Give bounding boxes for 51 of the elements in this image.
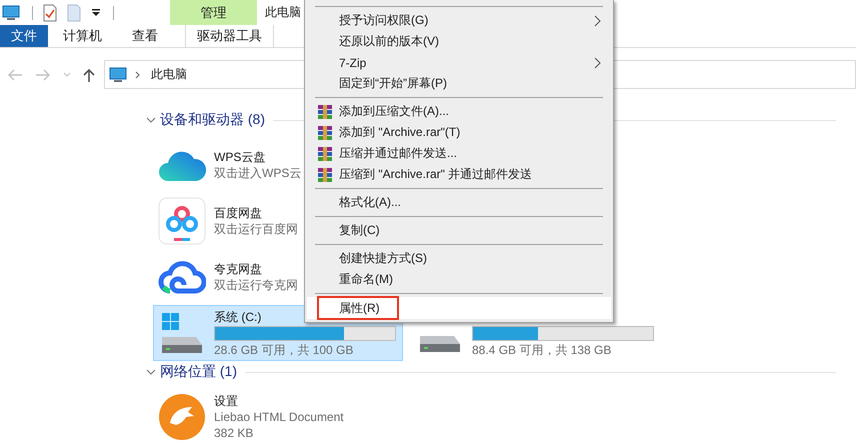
ribbon-tab[interactable]: 查看: [117, 25, 173, 47]
chevron-right-icon: [594, 15, 601, 27]
menu-item[interactable]: 重命名(M): [307, 269, 611, 290]
item-name: 系统 (C:): [214, 308, 262, 324]
app-logo-icon: [158, 197, 206, 245]
menu-item[interactable]: 复制(C): [307, 220, 611, 241]
cat-logo-icon: [158, 393, 206, 441]
item-detail: Liebao HTML Document: [214, 409, 344, 425]
computer-icon[interactable]: [2, 4, 20, 21]
item-detail: 28.6 GB 可用，共 100 GB: [214, 342, 354, 358]
menu-item[interactable]: 固定到“开始”屏幕(P): [307, 73, 611, 94]
books-icon: [317, 104, 333, 120]
chevron-down-icon[interactable]: [146, 115, 156, 125]
item-name: 夸克网盘: [214, 261, 262, 277]
item-detail: 88.4 GB 可用，共 138 GB: [472, 342, 612, 358]
computer-icon: [109, 66, 127, 83]
menu-item[interactable]: 添加到压缩文件(A)...: [307, 101, 611, 122]
item-detail: 382 KB: [214, 425, 254, 441]
window-title: 此电脑: [265, 4, 301, 21]
ribbon-tab[interactable]: 计算机: [48, 25, 117, 47]
menu-item[interactable]: 还原以前的版本(V): [307, 31, 611, 52]
up-arrow-icon[interactable]: [83, 68, 95, 82]
chevron-right-icon: [594, 57, 601, 69]
item-name: 设置: [214, 393, 238, 409]
group-title: 设备和驱动器 (8): [160, 111, 265, 129]
menu-item[interactable]: 压缩并通过邮件发送...: [307, 143, 611, 164]
checklist-icon[interactable]: [43, 4, 57, 22]
chevron-down-icon[interactable]: [146, 367, 156, 377]
chevron-right-icon: [135, 70, 141, 78]
menu-item[interactable]: 7-Zip: [307, 52, 611, 73]
address-path: 此电脑: [151, 66, 187, 83]
menu-item[interactable]: 添加到 "Archive.rar"(T): [307, 122, 611, 143]
menu-item[interactable]: 创建快捷方式(S): [307, 248, 611, 269]
context-tab-group-label: 管理: [170, 0, 257, 25]
menu-item[interactable]: 属性(R): [307, 297, 611, 319]
books-icon: [317, 125, 333, 141]
item-name: WPS云盘: [214, 149, 266, 165]
file-tab[interactable]: 文件: [0, 25, 48, 47]
menu-item[interactable]: 压缩到 "Archive.rar" 并通过邮件发送: [307, 164, 611, 185]
item-name: 百度网盘: [214, 205, 262, 221]
menu-item[interactable]: 格式化(A)...: [307, 192, 611, 213]
tool-tab[interactable]: 驱动器工具: [185, 25, 274, 47]
item-detail: 双击运行百度网: [214, 221, 298, 237]
books-icon: [317, 167, 333, 183]
dropdown-icon[interactable]: [91, 8, 101, 18]
menu-item[interactable]: 授予访问权限(G): [307, 10, 611, 31]
books-icon: [317, 146, 333, 162]
group-title: 网络位置 (1): [160, 363, 237, 381]
item-tile[interactable]: 设置 Liebao HTML Document 382 KB: [153, 389, 403, 445]
item-detail: 双击运行夸克网: [214, 277, 298, 293]
item-detail: 双击进入WPS云: [214, 165, 302, 181]
